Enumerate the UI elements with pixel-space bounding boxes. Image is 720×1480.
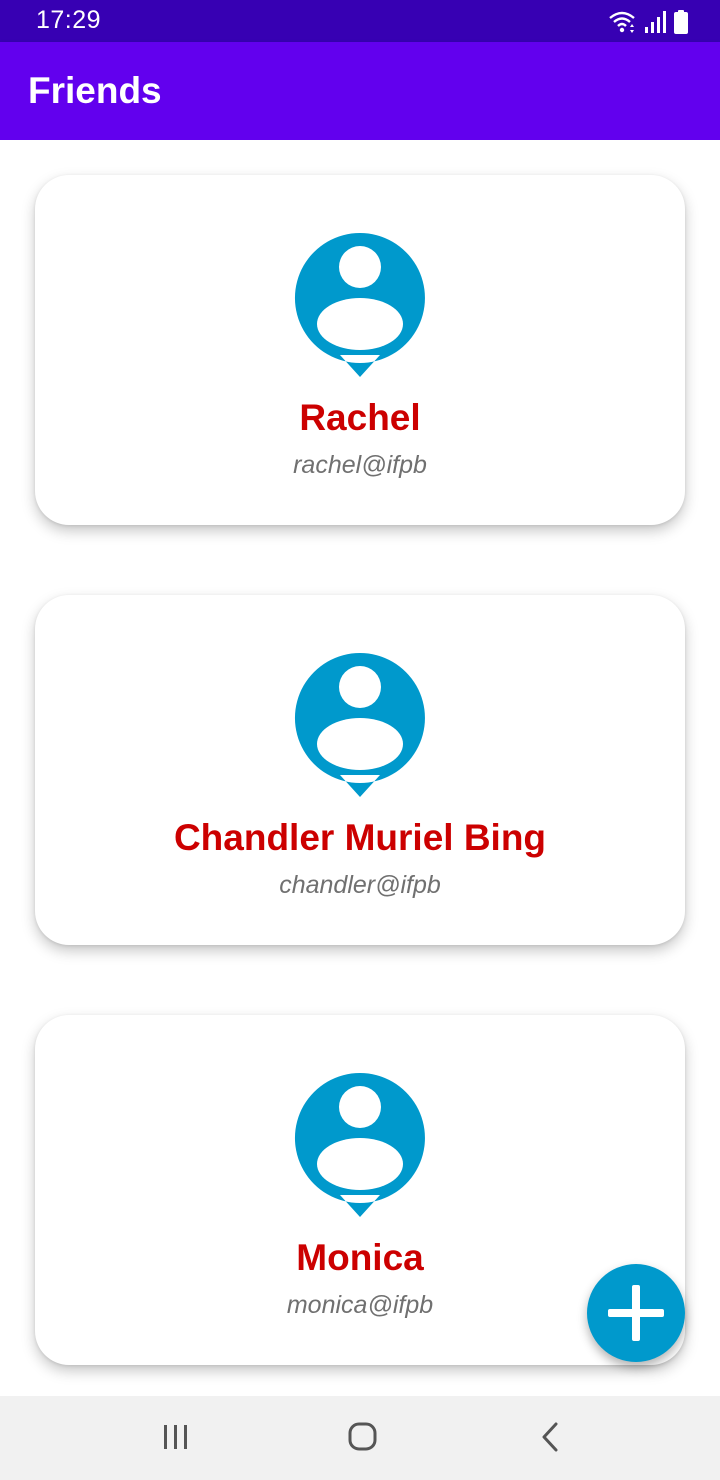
plus-icon <box>608 1285 664 1341</box>
status-time: 17:29 <box>36 6 102 34</box>
system-nav-bar <box>0 1396 720 1480</box>
person-pin-icon <box>294 653 425 797</box>
person-pin-icon <box>294 1073 425 1217</box>
friend-card[interactable]: Rachel rachel@ifpb <box>35 175 685 525</box>
page-title: Friends <box>28 70 162 111</box>
recent-apps-icon <box>164 1425 187 1449</box>
recent-apps-button[interactable] <box>146 1412 206 1464</box>
back-icon <box>542 1422 558 1452</box>
friend-card[interactable]: Chandler Muriel Bing chandler@ifpb <box>35 595 685 945</box>
person-pin-icon <box>294 233 425 377</box>
friend-name: Rachel <box>299 397 421 438</box>
wifi-icon <box>609 11 635 33</box>
battery-icon <box>674 10 688 34</box>
signal-icon <box>645 11 666 33</box>
friend-email: chandler@ifpb <box>279 871 441 899</box>
friends-list[interactable]: Rachel rachel@ifpb Chandler Muriel Bing … <box>0 140 720 1396</box>
home-button[interactable] <box>332 1412 392 1464</box>
friend-name: Chandler Muriel Bing <box>173 817 547 858</box>
home-icon <box>348 1422 377 1451</box>
friend-email: rachel@ifpb <box>293 451 427 479</box>
back-button[interactable] <box>520 1412 580 1464</box>
app-bar: Friends <box>0 42 720 140</box>
add-friend-button[interactable] <box>587 1264 685 1362</box>
status-icons <box>608 8 688 34</box>
status-bar: 17:29 <box>0 0 720 42</box>
